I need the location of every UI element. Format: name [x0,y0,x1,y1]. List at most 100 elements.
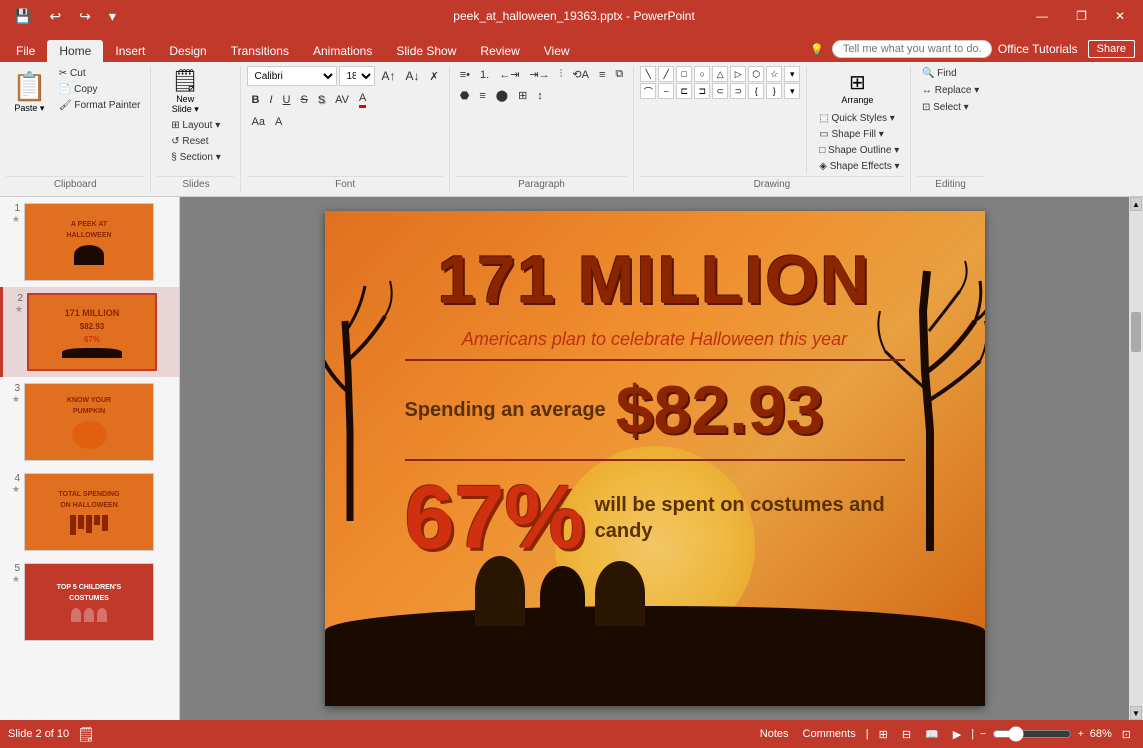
shape-dropdown[interactable]: ▾ [784,66,800,82]
text-case-button[interactable]: Aa [247,114,268,130]
align-left-button[interactable]: ⬣ [456,87,474,104]
shape-icon-7[interactable]: ⬡ [748,66,764,82]
bold-button[interactable]: B [247,92,263,108]
scroll-thumb[interactable] [1131,312,1141,352]
decrease-indent-button[interactable]: ←⇥ [495,66,523,83]
paste-button[interactable]: 📋 Paste ▾ [6,66,53,118]
close-button[interactable]: ✕ [1105,5,1135,27]
shadow-button[interactable]: S [314,92,329,108]
reset-button[interactable]: ↺ Reset [167,134,225,149]
undo-button[interactable]: ↩ [43,6,67,27]
shape-icon-16[interactable]: } [766,83,782,99]
shape-icon-13[interactable]: ⊂ [712,83,728,99]
replace-button[interactable]: ↔ Replace ▾ [918,83,983,98]
column-button[interactable]: ⫶ [556,66,567,83]
italic-button[interactable]: I [265,92,276,108]
shape-icon-15[interactable]: { [748,83,764,99]
slide-info-icon[interactable]: 🗒 [77,726,95,743]
shape-icon-10[interactable]: ⌣ [658,83,674,99]
tab-file[interactable]: File [4,40,47,62]
scroll-up-button[interactable]: ▲ [1130,197,1142,211]
align-center-button[interactable]: ≡ [475,88,489,104]
tab-home[interactable]: Home [47,40,103,62]
bullets-button[interactable]: ≡• [456,67,474,83]
slide-show-button[interactable]: ▶ [949,726,965,743]
format-painter-button[interactable]: 🖌 Format Painter [55,98,145,113]
font-color2-button[interactable]: A [271,114,286,130]
shape-effects-button[interactable]: ◈ Shape Effects ▾ [815,159,903,174]
shape-fill-button[interactable]: ▭ Shape Fill ▾ [815,127,903,142]
tab-review[interactable]: Review [468,40,531,62]
shape-arrange[interactable]: ▾ [784,83,800,99]
decrease-font-button[interactable]: A↓ [402,67,424,85]
minimize-button[interactable]: — [1026,5,1058,27]
new-slide-button[interactable]: 🗒 New Slide ▾ [167,66,203,117]
underline-button[interactable]: U [279,92,295,108]
shape-icon-12[interactable]: ⊐ [694,83,710,99]
shape-icon-4[interactable]: ○ [694,66,710,82]
save-button[interactable]: 💾 [8,6,37,27]
increase-indent-button[interactable]: ⇥→ [525,66,553,83]
shape-icon-5[interactable]: △ [712,66,728,82]
normal-view-button[interactable]: ⊞ [875,726,892,743]
justify-button[interactable]: ⊞ [514,87,531,104]
reading-view-button[interactable]: 📖 [921,726,943,743]
restore-button[interactable]: ❐ [1066,5,1097,27]
shape-icon-9[interactable]: ⌒ [640,83,656,99]
strikethrough-button[interactable]: S [296,92,311,108]
numbering-button[interactable]: 1. [476,67,493,83]
layout-button[interactable]: ⊞ Layout ▾ [167,118,225,133]
find-button[interactable]: 🔍 Find [918,66,961,81]
zoom-slider[interactable] [992,726,1072,742]
slide-item-2[interactable]: 2 ★ 171 MILLION $82.93 67% [0,287,179,377]
slide-item-3[interactable]: 3 ★ KNOW YOUR PUMPKIN [0,377,179,467]
font-family-select[interactable]: Calibri [247,66,337,86]
copy-button[interactable]: 📄 Copy [55,82,145,97]
line-spacing-button[interactable]: ↕ [533,88,547,104]
tab-animations[interactable]: Animations [301,40,384,62]
slide-thumb-overlay-4: TOTAL SPENDING ON HALLOWEEN [25,474,153,550]
tab-insert[interactable]: Insert [103,40,157,62]
font-color-button[interactable]: A [355,90,370,110]
customize-qat-button[interactable]: ▾ [103,6,122,27]
tab-view[interactable]: View [532,40,582,62]
notes-button[interactable]: Notes [756,726,793,742]
align-right-button[interactable]: ⬤ [492,87,512,104]
slide-item-5[interactable]: 5 ★ TOP 5 CHILDREN'S COSTUMES [0,557,179,647]
char-spacing-button[interactable]: AV [331,92,353,108]
slide-item-4[interactable]: 4 ★ TOTAL SPENDING ON HALLOWEEN [0,467,179,557]
share-button[interactable]: Share [1088,40,1135,58]
fit-to-window-button[interactable]: ⊡ [1118,726,1135,743]
cut-button[interactable]: ✂ Cut [55,66,145,81]
shape-icon-8[interactable]: ☆ [766,66,782,82]
shape-icon-1[interactable]: ╲ [640,66,656,82]
zoom-minus[interactable]: − [980,729,986,740]
comments-button[interactable]: Comments [799,726,860,742]
font-size-select[interactable]: 18 [339,66,375,86]
increase-font-button[interactable]: A↑ [377,67,399,85]
slide-item-1[interactable]: 1 ★ A PEEK AT HALLOWEEN [0,197,179,287]
section-button[interactable]: § Section ▾ [167,150,225,165]
tell-me-input[interactable] [832,40,992,58]
smartart-button[interactable]: ⧉ [611,66,627,83]
shape-icon-2[interactable]: ╱ [658,66,674,82]
quick-styles-button[interactable]: ⬚ Quick Styles ▾ [815,111,903,126]
align-text-button[interactable]: ≡ [595,67,609,83]
select-button[interactable]: ⊡ Select ▾ [918,100,973,115]
shape-icon-3[interactable]: □ [676,66,692,82]
clear-format-button[interactable]: ✗ [426,68,443,85]
slide-sorter-button[interactable]: ⊟ [898,726,915,743]
office-tutorials-link[interactable]: Office Tutorials [992,40,1084,58]
shape-icon-14[interactable]: ⊃ [730,83,746,99]
tab-transitions[interactable]: Transitions [219,40,301,62]
redo-button[interactable]: ↪ [73,6,97,27]
shape-icon-11[interactable]: ⊏ [676,83,692,99]
scroll-down-button[interactable]: ▼ [1130,706,1142,720]
tab-slideshow[interactable]: Slide Show [384,40,468,62]
tab-design[interactable]: Design [157,40,218,62]
arrange-button[interactable]: ⊞ Arrange [811,66,903,109]
zoom-plus[interactable]: + [1078,729,1084,740]
text-direction-button[interactable]: ⟲A [568,66,593,83]
shape-icon-6[interactable]: ▷ [730,66,746,82]
shape-outline-button[interactable]: □ Shape Outline ▾ [815,143,903,158]
